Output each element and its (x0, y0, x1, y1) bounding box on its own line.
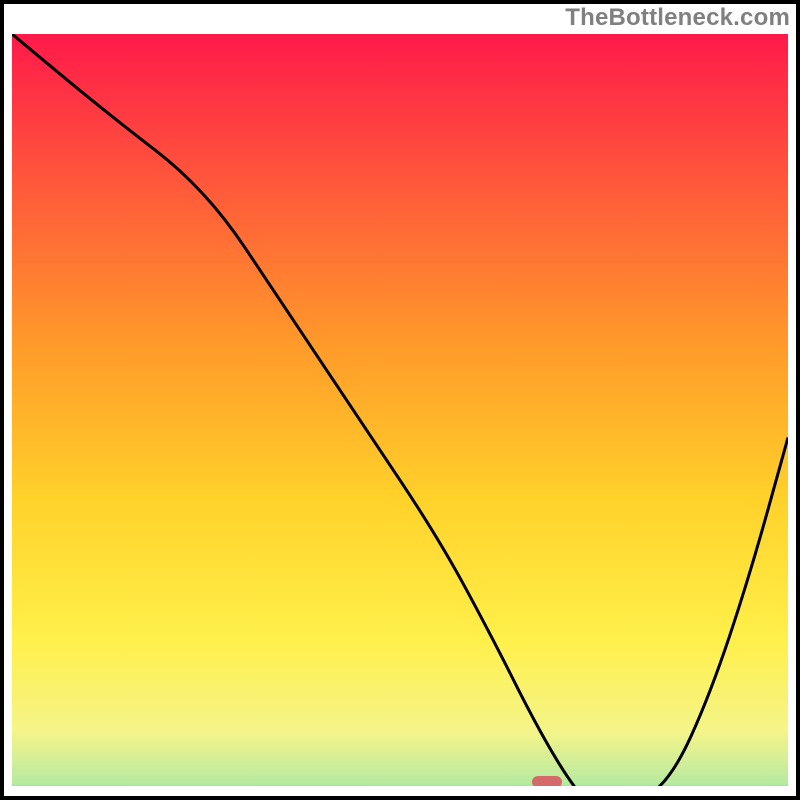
bottleneck-curve (12, 34, 788, 786)
chart-stage: TheBottleneck.com (0, 0, 800, 800)
curve-path (12, 34, 788, 786)
plot-area (12, 34, 788, 786)
optimal-marker (532, 776, 562, 786)
watermark-text: TheBottleneck.com (565, 4, 790, 32)
